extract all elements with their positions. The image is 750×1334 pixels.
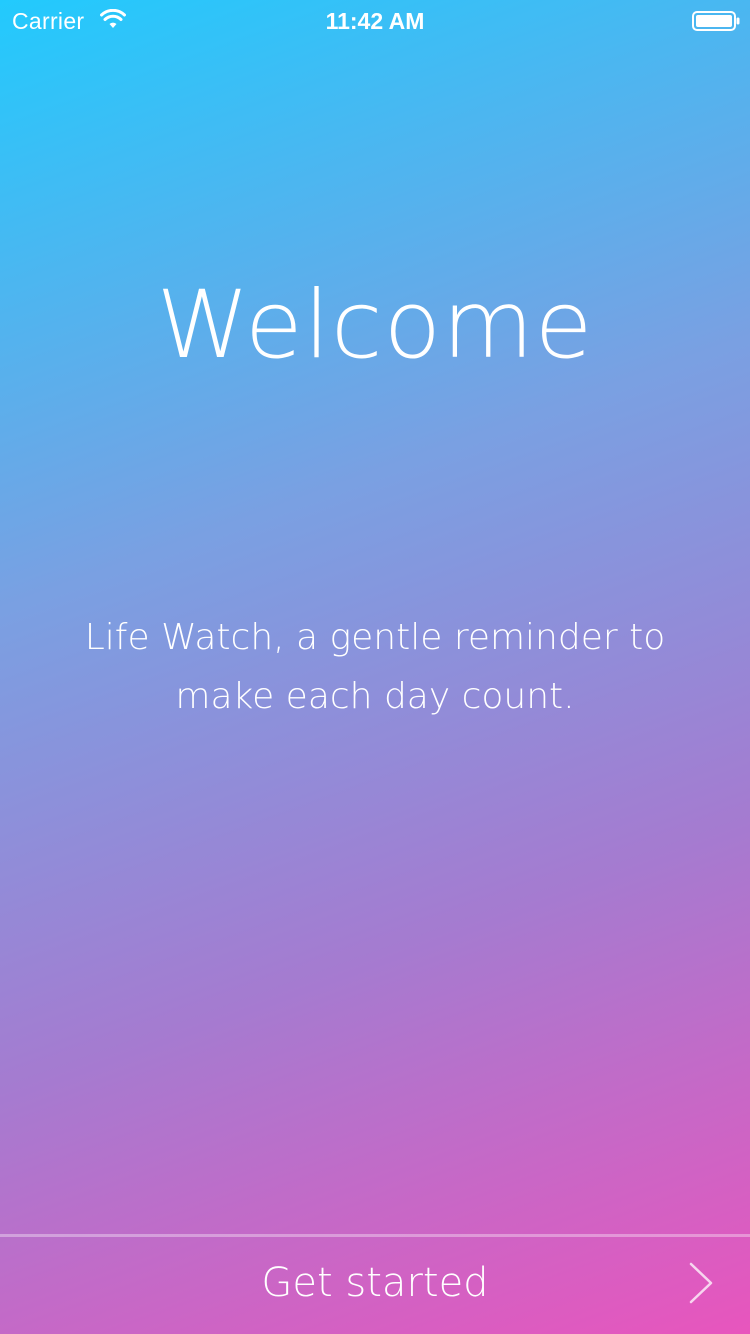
battery-icon (692, 11, 740, 31)
clock: 11:42 AM (325, 8, 425, 34)
tagline: Life Watch, a gentle reminder to make ea… (40, 608, 710, 726)
get-started-label: Get started (261, 1260, 489, 1306)
chevron-right-icon (689, 1262, 713, 1304)
tagline-line-1: Life Watch, a gentle reminder to (84, 617, 666, 658)
welcome-title: Welcome (156, 271, 594, 380)
welcome-screen: Carrier 11:42 AM Welcome Life Watch, a g… (0, 0, 750, 1334)
get-started-button[interactable]: Get started (0, 1237, 750, 1334)
tagline-line-2: make each day count. (175, 676, 575, 717)
status-bar: Carrier 11:42 AM (0, 0, 750, 40)
